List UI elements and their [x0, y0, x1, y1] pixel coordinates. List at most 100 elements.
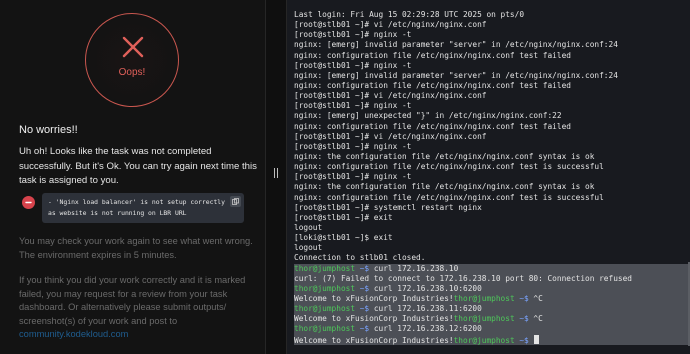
terminal-text: nginx: [emerg] unexpected "}" in /etc/ng…: [294, 111, 562, 121]
prompt-user: thor@jumphost: [453, 293, 515, 303]
terminal-text: curl: (7) Failed to connect to 172.16.23…: [294, 273, 632, 283]
terminal-line: nginx: configuration file /etc/nginx/ngi…: [294, 81, 688, 91]
review-request-text: If you think you did your work correctly…: [19, 274, 259, 342]
terminal-text: nginx: configuration file /etc/nginx/ngi…: [294, 80, 571, 90]
terminal-line: nginx: configuration file /etc/nginx/ngi…: [294, 51, 688, 61]
terminal-text: nginx: the configuration file /etc/nginx…: [294, 182, 595, 192]
terminal-line: curl: (7) Failed to connect to 172.16.23…: [294, 273, 688, 284]
terminal-text: curl 172.16.238.11:6200: [369, 304, 482, 314]
terminal-line: thor@jumphost ~$ curl 172.16.238.11:6200: [294, 304, 688, 315]
terminal-text: logout: [294, 243, 323, 253]
prompt-user: thor@jumphost: [453, 335, 515, 345]
prompt-user: thor@jumphost: [294, 283, 356, 293]
terminal-line: [root@stlb01 ~]# nginx -t: [294, 30, 688, 40]
terminal-line: Welcome to xFusionCorp Industries!thor@j…: [294, 334, 688, 345]
terminal-text: nginx: configuration file /etc/nginx/ngi…: [294, 192, 604, 202]
terminal-text: Last login: Fri Aug 15 02:29:28 UTC 2025…: [294, 10, 525, 19]
terminal-line: nginx: the configuration file /etc/nginx…: [294, 182, 688, 192]
task-result-panel: Oops! No worries!! Uh oh! Looks like the…: [0, 0, 265, 354]
terminal-text: [root@stlb01 ~]# nginx -t: [294, 30, 412, 40]
review-text: If you think you did your work correctly…: [19, 275, 246, 326]
terminal-line: [root@stlb01 ~]# nginx -t: [294, 142, 688, 152]
error-line: - 'Nginx load balancer' is not setup cor…: [48, 198, 225, 206]
terminal-line: logout: [294, 243, 688, 253]
terminal-text: curl 172.16.238.12:6200: [369, 324, 482, 334]
terminal-line: nginx: the configuration file /etc/nginx…: [294, 152, 688, 162]
error-line: as website is not running on LBR URL: [48, 209, 187, 217]
terminal-text: nginx: configuration file /etc/nginx/ngi…: [294, 50, 571, 60]
terminal-line: Connection to stlb01 closed.: [294, 253, 688, 263]
community-link[interactable]: community.kodekloud.com: [19, 329, 128, 339]
terminal-text: nginx: [emerg] invalid parameter "server…: [294, 70, 618, 80]
terminal-cursor: [534, 334, 540, 344]
terminal-text: [root@stlb01 ~]# nginx -t: [294, 141, 412, 151]
terminal-text: nginx: configuration file /etc/nginx/ngi…: [294, 121, 571, 131]
terminal-text: [loki@stlb01 ~]$ exit: [294, 233, 393, 243]
terminal-text: nginx: the configuration file /etc/nginx…: [294, 151, 595, 161]
terminal-line: nginx: [emerg] invalid parameter "server…: [294, 40, 688, 50]
terminal-line: logout: [294, 223, 688, 233]
terminal-line: nginx: configuration file /etc/nginx/ngi…: [294, 193, 688, 203]
terminal-line: nginx: configuration file /etc/nginx/ngi…: [294, 122, 688, 132]
error-icon: [22, 196, 35, 209]
terminal-line: [root@stlb01 ~]# exit: [294, 213, 688, 223]
terminal-text: logout: [294, 222, 323, 232]
prompt-dir: ~$: [355, 304, 370, 314]
terminal-text: [root@stlb01 ~]# vi /etc/nginx/nginx.con…: [294, 131, 487, 141]
terminal-text: nginx: configuration file /etc/nginx/ngi…: [294, 162, 604, 172]
prompt-user: thor@jumphost: [294, 304, 356, 314]
terminal-output-text: Welcome to xFusionCorp Industries!: [294, 314, 454, 324]
terminal-line: Last login: Fri Aug 15 02:29:28 UTC 2025…: [294, 10, 688, 20]
terminal-text: curl 172.16.238.10: [369, 263, 459, 273]
terminal-line: [loki@stlb01 ~]$ exit: [294, 233, 688, 243]
check-again-text: You may check your work again to see wha…: [19, 236, 253, 260]
copy-icon[interactable]: [230, 196, 241, 207]
terminal-text: [root@stlb01 ~]# nginx -t: [294, 60, 412, 70]
terminal-output-text: Welcome to xFusionCorp Industries!: [294, 335, 454, 345]
terminal-line: Welcome to xFusionCorp Industries!thor@j…: [294, 293, 688, 305]
prompt-dir: ~$: [514, 314, 529, 324]
drag-handle-icon[interactable]: [274, 168, 279, 178]
terminal-text: [root@stlb01 ~]# exit: [294, 212, 393, 222]
terminal-line: thor@jumphost ~$ curl 172.16.238.12:6200: [294, 324, 688, 335]
terminal-text: [root@stlb01 ~]# vi /etc/nginx/nginx.con…: [294, 20, 487, 30]
terminal-line: thor@jumphost ~$ curl 172.16.238.10:6200: [294, 283, 688, 294]
close-x-icon: [122, 36, 144, 58]
terminal-text: Connection to stlb01 closed.: [294, 253, 426, 263]
terminal-output-text: Welcome to xFusionCorp Industries!: [294, 293, 454, 303]
prompt-dir: ~$: [514, 293, 529, 303]
terminal-line: [root@stlb01 ~]# nginx -t: [294, 172, 688, 182]
prompt-dir: ~$: [355, 324, 370, 334]
terminal[interactable]: Last login: Fri Aug 15 02:29:28 UTC 2025…: [287, 0, 690, 354]
prompt-dir: ~$: [514, 335, 529, 345]
prompt-user: thor@jumphost: [453, 314, 515, 324]
prompt-dir: ~$: [355, 283, 370, 293]
oops-label: Oops!: [118, 67, 146, 78]
terminal-line: Welcome to xFusionCorp Industries!thor@j…: [294, 314, 688, 325]
terminal-text: [root@stlb01 ~]# nginx -t: [294, 101, 412, 111]
result-heading: No worries!!: [19, 124, 78, 136]
terminal-text: nginx: [emerg] invalid parameter "server…: [294, 40, 618, 50]
terminal-line: nginx: configuration file /etc/nginx/ngi…: [294, 162, 688, 172]
terminal-line: [root@stlb01 ~]# nginx -t: [294, 61, 688, 71]
terminal-text: curl 172.16.238.10:6200: [369, 283, 482, 293]
panel-resize-divider[interactable]: [265, 0, 287, 354]
terminal-text: [root@stlb01 ~]# systemctl restart nginx: [294, 202, 482, 212]
terminal-text: ^C: [528, 293, 543, 303]
terminal-line: [root@stlb01 ~]# vi /etc/nginx/nginx.con…: [294, 132, 688, 142]
terminal-text: [root@stlb01 ~]# vi /etc/nginx/nginx.con…: [294, 91, 487, 101]
prompt-user: thor@jumphost: [294, 324, 356, 334]
terminal-line: [root@stlb01 ~]# systemctl restart nginx: [294, 203, 688, 213]
terminal-line: [root@stlb01 ~]# nginx -t: [294, 101, 688, 111]
error-output-box: - 'Nginx load balancer' is not setup cor…: [42, 193, 244, 223]
oops-badge: Oops!: [85, 13, 179, 107]
terminal-line: [root@stlb01 ~]# vi /etc/nginx/nginx.con…: [294, 20, 688, 30]
prompt-dir: ~$: [355, 263, 370, 273]
terminal-line: [root@stlb01 ~]# vi /etc/nginx/nginx.con…: [294, 91, 688, 101]
terminal-output[interactable]: Last login: Fri Aug 15 02:29:28 UTC 2025…: [294, 10, 688, 345]
terminal-text: [root@stlb01 ~]# nginx -t: [294, 172, 412, 182]
result-message: Uh oh! Looks like the task was not compl…: [19, 146, 257, 186]
terminal-line: nginx: [emerg] unexpected "}" in /etc/ng…: [294, 111, 688, 121]
prompt-user: thor@jumphost: [294, 263, 356, 273]
